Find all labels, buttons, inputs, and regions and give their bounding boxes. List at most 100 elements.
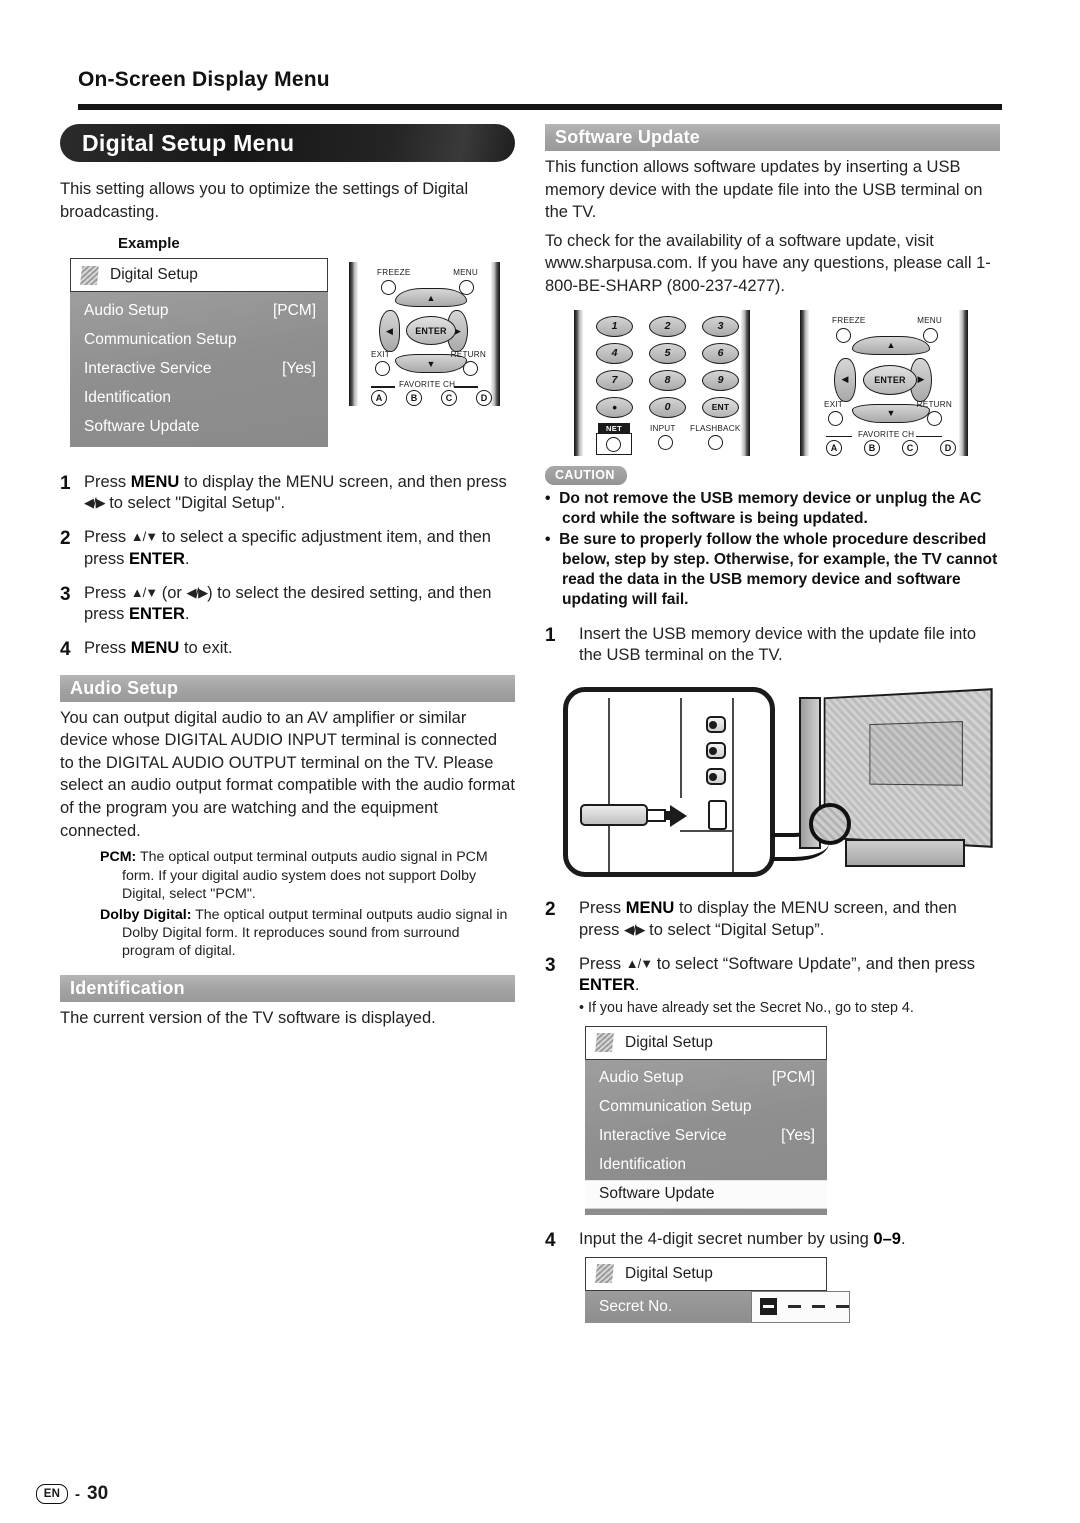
example-label: Example [118, 235, 180, 253]
right-steps-list-2: 2 Press MENU to display the MENU screen,… [545, 898, 1000, 995]
freeze-button[interactable] [836, 327, 851, 343]
dpad-left-button[interactable]: ◀ [379, 310, 400, 353]
net-button-housing[interactable] [596, 432, 632, 455]
tv-rear-plate [869, 721, 963, 787]
remote-edge-right [491, 262, 500, 407]
panel-edge-line [608, 698, 610, 873]
favorite-b-button[interactable]: B [406, 390, 422, 407]
exit-button[interactable] [375, 361, 390, 377]
remote-edge-left [800, 309, 809, 456]
step-text: Press ▲/▼ to select a specific adjustmen… [84, 528, 491, 568]
osd-row-label: Software Update [599, 1185, 715, 1203]
freeze-button[interactable] [381, 280, 396, 296]
key-5-button[interactable]: 5 [649, 342, 686, 364]
secret-no-input[interactable] [751, 1290, 850, 1323]
audio-format-definitions: PCM: The optical output terminal outputs… [100, 848, 515, 961]
exit-label: EXIT [824, 399, 843, 409]
usb-connector-tip [646, 809, 666, 823]
favorite-b-button[interactable]: B [864, 439, 880, 456]
osd-row[interactable]: Identification [70, 383, 328, 412]
step-item: 4 Press MENU to exit. [60, 638, 515, 662]
manual-page: On-Screen Display Menu Digital Setup Men… [0, 0, 1080, 1523]
favorite-a-button[interactable]: A [371, 390, 387, 407]
osd-title-label: Digital Setup [625, 1033, 713, 1051]
key-8-button[interactable]: 8 [649, 369, 686, 391]
key-ent-button[interactable]: ENT [702, 396, 739, 418]
page-footer: EN - 30 [36, 1483, 108, 1505]
menu-button[interactable] [923, 327, 938, 343]
osd-row-label: Audio Setup [599, 1069, 684, 1087]
osd-title-bar: Digital Setup [70, 258, 328, 293]
key-2-button[interactable]: 2 [649, 315, 686, 337]
dpad-up-button[interactable]: ▲ [852, 335, 930, 355]
input-button[interactable] [658, 434, 673, 450]
favorite-c-button[interactable]: C [441, 390, 457, 407]
osd-menu-graphic-left: Digital Setup Audio Setup [PCM] Communic… [70, 258, 328, 448]
key-3-button[interactable]: 3 [702, 315, 739, 337]
step-text: Insert the USB memory device with the up… [579, 625, 977, 665]
key-6-button[interactable]: 6 [702, 342, 739, 364]
osd-row-list: Audio Setup [PCM] Communication Setup In… [70, 292, 328, 448]
key-0-button[interactable]: 0 [649, 396, 686, 418]
digital-setup-intro: This setting allows you to optimize the … [60, 180, 469, 221]
enter-button[interactable]: ENTER [863, 364, 917, 395]
osd-row-list: Audio Setup [PCM] Communication Setup In… [585, 1059, 827, 1215]
tv-stand [845, 839, 965, 868]
key-7-button[interactable]: 7 [596, 369, 633, 391]
return-button[interactable] [927, 410, 942, 426]
flashback-button[interactable] [708, 434, 723, 450]
favorite-a-button[interactable]: A [826, 439, 842, 456]
caution-items: Do not remove the USB memory device or u… [545, 489, 1000, 611]
usb-terminal-port [708, 800, 727, 831]
page-title: On-Screen Display Menu [78, 68, 330, 91]
favorite-c-button[interactable]: C [902, 439, 918, 456]
key-1-button[interactable]: 1 [596, 315, 633, 337]
usb-memory-device [580, 804, 648, 827]
osd-row[interactable]: Interactive Service [Yes] [585, 1122, 827, 1151]
right-column: Software Update This function allows sof… [545, 124, 1000, 1323]
language-badge: EN [36, 1484, 68, 1504]
osd-row[interactable]: Audio Setup [PCM] [585, 1064, 827, 1093]
software-update-heading: Software Update [555, 127, 701, 147]
osd-row[interactable]: Interactive Service [Yes] [70, 354, 328, 383]
exit-button[interactable] [828, 410, 843, 426]
left-column: Digital Setup Menu This setting allows y… [60, 124, 515, 1041]
osd-row[interactable]: Communication Setup [70, 325, 328, 354]
remote-dpad-figure-left: FREEZE MENU ▲ ◀ ▶ ENTER ▼ EXIT RETURN FA… [342, 262, 507, 407]
software-update-intro-1: This function allows software updates by… [545, 158, 983, 222]
favorite-d-button[interactable]: D [940, 439, 956, 456]
left-steps-list: 1 Press MENU to display the MENU screen,… [60, 472, 515, 661]
step-item: 2 Press MENU to display the MENU screen,… [545, 898, 1000, 940]
banner-label: Digital Setup Menu [82, 129, 295, 156]
osd-row-label: Identification [84, 388, 172, 406]
osd-row[interactable]: Audio Setup [PCM] [70, 296, 328, 325]
net-button[interactable] [606, 436, 621, 452]
favorite-ch-label: FAVORITE CH [858, 429, 915, 439]
menu-label: MENU [917, 315, 942, 325]
key-dot-button[interactable]: • [596, 396, 633, 418]
step-item: 4 Input the 4-digit secret number by usi… [545, 1229, 1000, 1253]
secret-digit-placeholder [812, 1305, 825, 1308]
osd-row[interactable]: Communication Setup [585, 1093, 827, 1122]
step-number: 2 [60, 528, 71, 550]
osd-row[interactable]: Software Update [70, 412, 328, 441]
key-9-button[interactable]: 9 [702, 369, 739, 391]
tv-usb-illustration [545, 679, 1000, 884]
osd-row-selected[interactable]: Software Update [585, 1179, 827, 1209]
step-number: 1 [545, 625, 556, 647]
key-4-button[interactable]: 4 [596, 342, 633, 364]
panel-edge-line [680, 830, 734, 833]
step-text: Press ▲/▼ (or ◀/▶) to select the desired… [84, 583, 492, 623]
osd-title-label: Digital Setup [625, 1264, 713, 1282]
dpad-left-button[interactable]: ◀ [834, 357, 856, 402]
dpad-up-button[interactable]: ▲ [395, 288, 467, 308]
return-button[interactable] [463, 361, 478, 377]
osd-row[interactable]: Identification [585, 1151, 827, 1180]
caution-item: Be sure to properly follow the whole pro… [545, 530, 1000, 610]
enter-button[interactable]: ENTER [406, 316, 456, 346]
favorite-rule-right [916, 435, 942, 438]
panel-edge-line [680, 698, 682, 799]
favorite-d-button[interactable]: D [476, 390, 492, 407]
av-jack-icon [706, 716, 726, 734]
osd-row-value: [PCM] [272, 301, 316, 319]
